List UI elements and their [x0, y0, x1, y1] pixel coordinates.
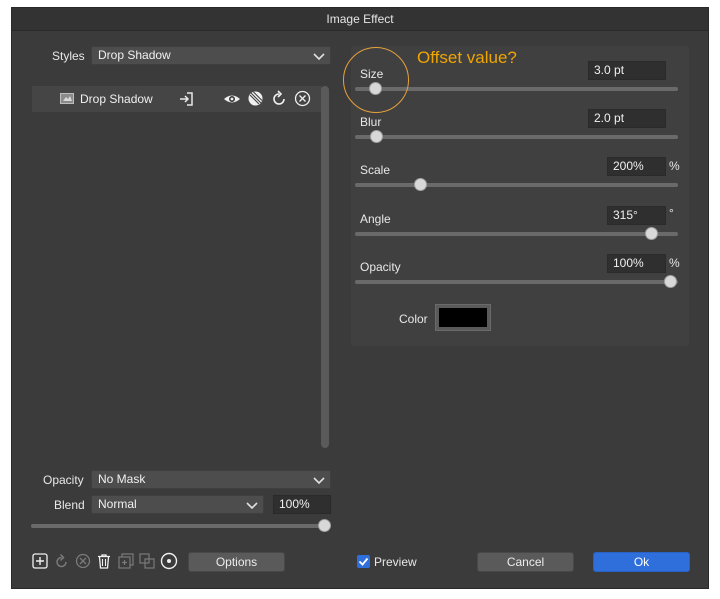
- shapes-icon: [139, 553, 155, 569]
- delete-effect-icon[interactable]: [294, 90, 311, 107]
- angle-unit: °: [669, 206, 674, 220]
- preview-checkbox[interactable]: [357, 555, 370, 568]
- styles-select-value: Drop Shadow: [98, 48, 171, 62]
- trash-icon[interactable]: [96, 553, 112, 569]
- annotation-text: Offset value?: [417, 48, 517, 67]
- angle-slider-track[interactable]: [355, 232, 678, 236]
- blur-label: Blur: [360, 115, 382, 129]
- effect-row-drop-shadow[interactable]: Drop Shadow: [32, 86, 322, 112]
- angle-label: Angle: [360, 212, 391, 226]
- cancel-button[interactable]: Cancel: [477, 552, 574, 572]
- image-effect-dialog: Image Effect Styles Drop Shadow Drop Sha…: [11, 7, 709, 589]
- angle-field[interactable]: 315°: [607, 206, 666, 225]
- blur-slider-knob[interactable]: [370, 130, 383, 143]
- ok-button[interactable]: Ok: [593, 552, 690, 572]
- size-field[interactable]: 3.0 pt: [588, 61, 666, 80]
- scale-unit: %: [669, 159, 680, 173]
- scale-slider-track[interactable]: [355, 183, 678, 187]
- scale-slider-knob[interactable]: [414, 178, 427, 191]
- color-label: Color: [399, 312, 428, 326]
- undo-icon: [56, 553, 67, 568]
- effect-name: Drop Shadow: [80, 92, 153, 106]
- annotation-circle: [343, 47, 409, 113]
- styles-select[interactable]: Drop Shadow: [91, 46, 331, 65]
- blend-percent-field[interactable]: 100%: [273, 495, 331, 514]
- apply-effect-icon[interactable]: [178, 91, 194, 107]
- opacity-slider-knob[interactable]: [664, 275, 677, 288]
- bottom-opacity-label: Opacity: [43, 473, 84, 487]
- checkmark-icon: [358, 557, 369, 566]
- blend-label: Blend: [54, 498, 85, 512]
- opacity-field[interactable]: 100%: [607, 254, 666, 273]
- options-button[interactable]: Options: [188, 552, 285, 572]
- blend-slider-knob[interactable]: [318, 519, 331, 532]
- effect-layer-icon: [60, 93, 74, 104]
- chevron-down-icon: [246, 502, 258, 510]
- mask-select[interactable]: No Mask: [91, 470, 331, 489]
- color-swatch: [439, 308, 487, 327]
- color-well[interactable]: [435, 304, 491, 331]
- styles-label: Styles: [52, 49, 85, 63]
- blur-slider-track[interactable]: [355, 135, 678, 139]
- blend-mode-icon[interactable]: [247, 90, 264, 107]
- blend-slider-track[interactable]: [31, 524, 331, 528]
- remove-icon: [75, 553, 91, 569]
- duplicate-icon: [118, 553, 134, 569]
- target-icon[interactable]: [160, 552, 178, 570]
- chevron-down-icon: [313, 477, 325, 485]
- window-title: Image Effect: [12, 8, 708, 31]
- effects-scrollbar[interactable]: [321, 86, 329, 448]
- add-effect-icon[interactable]: [32, 553, 48, 569]
- opacity-slider-track[interactable]: [355, 280, 678, 284]
- opacity-label: Opacity: [360, 260, 401, 274]
- eye-icon[interactable]: [223, 91, 241, 107]
- chevron-down-icon: [313, 53, 325, 61]
- blend-select[interactable]: Normal: [91, 495, 264, 514]
- blur-field[interactable]: 2.0 pt: [588, 109, 666, 128]
- scale-label: Scale: [360, 163, 391, 177]
- scale-field[interactable]: 200%: [607, 157, 666, 176]
- angle-slider-knob[interactable]: [645, 227, 658, 240]
- blend-select-value: Normal: [98, 497, 137, 511]
- mask-select-value: No Mask: [98, 472, 146, 486]
- reset-icon[interactable]: [271, 90, 288, 107]
- preview-label: Preview: [374, 555, 417, 569]
- opacity-unit: %: [669, 256, 680, 270]
